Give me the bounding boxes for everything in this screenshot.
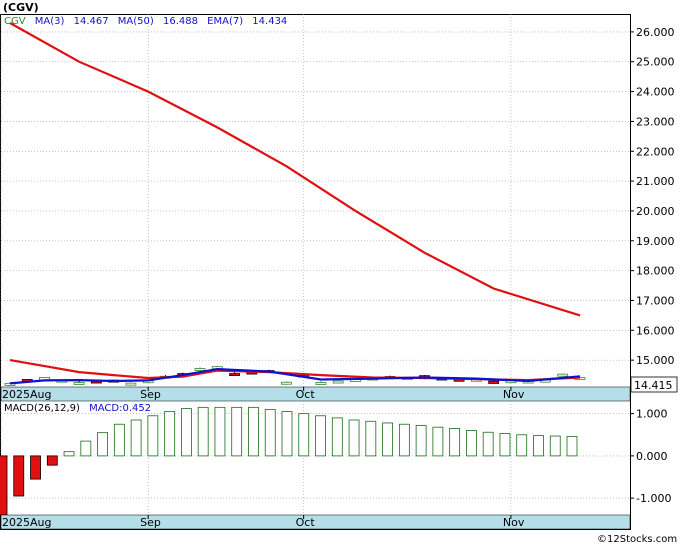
macd-bar [80, 440, 92, 457]
macd-bar [533, 435, 544, 457]
legend-ma3-value: 14.467 [74, 16, 109, 27]
candle-body [280, 381, 292, 385]
macd-bar [46, 455, 58, 466]
macd-bar [415, 425, 427, 457]
price-date-axis-band [0, 386, 631, 402]
macd-bar [113, 423, 125, 457]
price-tick-label: 26.000 [636, 26, 675, 39]
legend-ma50-label: MA(50) [118, 16, 154, 27]
macd-tick-label: -1.000 [636, 492, 671, 505]
date-tick-label: 2025Aug [2, 388, 51, 401]
macd-bar [315, 415, 326, 457]
price-tick-label: 23.000 [636, 115, 675, 128]
price-tick-label: 20.000 [636, 205, 675, 218]
price-tick-label: 21.000 [636, 175, 675, 188]
candle-body [332, 380, 344, 384]
macd-tick-label: 0.000 [636, 450, 668, 463]
price-tick-label: 19.000 [636, 235, 675, 248]
price-tick-label: 24.000 [636, 86, 675, 99]
chart-title: (CGV) [3, 1, 39, 14]
macd-bar [0, 455, 8, 516]
price-tick-label: 15.000 [636, 354, 675, 367]
candle-body [125, 382, 137, 386]
candle-body [229, 373, 240, 376]
date-tick-label: Nov [503, 388, 525, 401]
legend-ma50-value: 16.488 [163, 16, 198, 27]
macd-bar [298, 413, 310, 457]
macd-bar [566, 436, 578, 457]
price-tick-label: 16.000 [636, 324, 675, 337]
macd-bar [449, 428, 461, 457]
macd-bar [164, 411, 176, 457]
macd-bar [549, 435, 561, 457]
date-tick-label: Oct [296, 516, 316, 529]
watermark: ©12Stocks.com [597, 534, 677, 545]
macd-bar [382, 422, 393, 457]
macd-bar [516, 434, 528, 457]
macd-legend: MACD(26,12,9) MACD:0.452 [4, 403, 151, 414]
macd-tick-label: 1.000 [636, 408, 668, 421]
macd-bar [432, 426, 444, 457]
macd-bar [197, 406, 209, 457]
macd-bar [398, 423, 410, 457]
price-legend: CGV MA(3) 14.467 MA(50) 16.488 EMA(7) 14… [4, 16, 287, 27]
legend-ema7-label: EMA(7) [207, 16, 243, 27]
macd-bar [181, 408, 192, 457]
candle-body [315, 382, 327, 385]
legend-ema7-value: 14.434 [252, 16, 287, 27]
macd-bar [264, 409, 276, 457]
macd-bar [331, 417, 343, 457]
macd-bar [147, 415, 159, 457]
date-tick-label: Oct [296, 388, 316, 401]
price-tick-label: 18.000 [636, 265, 675, 278]
last-price-label: 14.415 [634, 379, 673, 392]
macd-bar [466, 430, 477, 457]
candle-body [194, 368, 206, 371]
date-tick-label: Sep [140, 516, 161, 529]
macd-legend-value: MACD:0.452 [89, 403, 151, 414]
macd-bar [365, 420, 377, 457]
candle-body [73, 382, 85, 385]
macd-bar [13, 455, 25, 497]
date-tick-label: Nov [503, 516, 525, 529]
price-tick-label: 22.000 [636, 145, 675, 158]
candle-body [488, 380, 500, 384]
date-tick-label: Sep [140, 388, 161, 401]
macd-bar [130, 419, 142, 457]
legend-ma3-label: MA(3) [35, 16, 65, 27]
macd-bar [499, 433, 511, 457]
price-tick-label: 25.000 [636, 56, 675, 69]
stock-chart: 15.000 16.000 17.000 18.000 19.000 20.000 21.0… [0, 1, 678, 545]
macd-bar [214, 406, 226, 457]
macd-bar [348, 419, 360, 457]
macd-bar [30, 455, 41, 480]
price-tick-label: 17.000 [636, 294, 675, 307]
date-tick-label: 2025Aug [2, 516, 51, 529]
macd-bar [248, 406, 259, 457]
macd-bar [281, 411, 293, 457]
macd-bar [97, 432, 108, 457]
macd-legend-label: MACD(26,12,9) [4, 403, 80, 414]
macd-bar [231, 406, 243, 457]
macd-bar [63, 451, 75, 457]
legend-symbol: CGV [4, 16, 26, 27]
macd-date-axis-band [0, 514, 631, 530]
macd-bar [482, 431, 494, 457]
candle-body [557, 373, 569, 377]
